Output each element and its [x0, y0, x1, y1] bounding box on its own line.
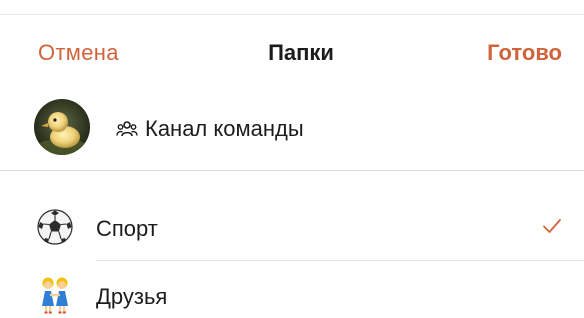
folders-screen: Отмена Папки Готово Канал команды Спорт …	[0, 0, 584, 318]
section-divider	[0, 170, 584, 171]
folder-label-sport: Спорт	[96, 216, 158, 241]
row-divider	[96, 260, 584, 261]
folder-item-friends[interactable]: Друзья	[0, 268, 584, 318]
done-button[interactable]: Готово	[487, 40, 562, 66]
avatar	[34, 99, 90, 155]
soccer-ball-icon	[36, 208, 74, 246]
folder-item-sport[interactable]: Спорт	[0, 200, 584, 262]
friends-emoji-icon	[36, 276, 74, 314]
checkmark-icon	[540, 214, 564, 238]
folder-label-friends: Друзья	[96, 284, 168, 309]
chat-title: Канал команды	[145, 116, 304, 141]
duckling-avatar-icon	[34, 99, 90, 155]
top-divider	[0, 14, 584, 15]
navigation-bar: Отмена Папки Готово	[0, 30, 584, 74]
chat-header: Канал команды	[0, 97, 584, 159]
group-icon	[116, 120, 138, 138]
chat-title-wrap: Канал команды	[116, 116, 304, 142]
